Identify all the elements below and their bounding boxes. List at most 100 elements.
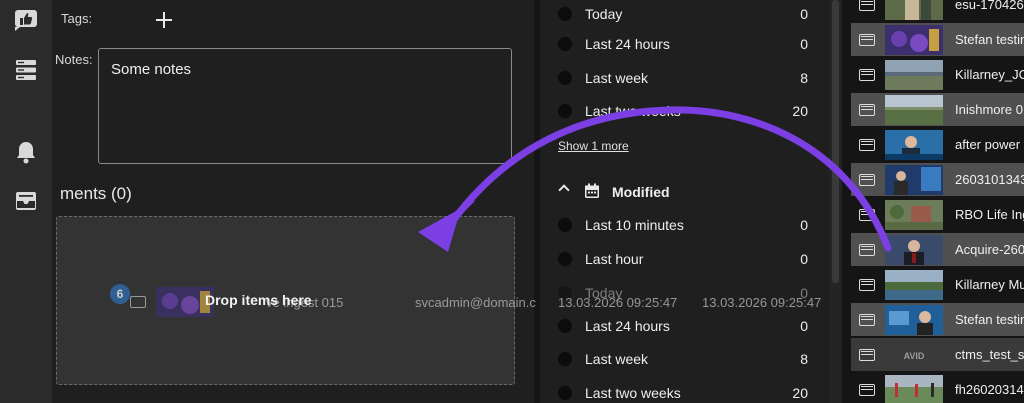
video-icon xyxy=(859,139,875,151)
radio-button[interactable] xyxy=(558,352,572,366)
video-icon xyxy=(859,174,875,186)
tags-label: Tags: xyxy=(61,11,93,26)
filter-option[interactable]: Today 0 xyxy=(540,0,828,28)
asset-row[interactable]: esu-170426 xyxy=(851,0,1024,21)
filter-count: 8 xyxy=(800,351,808,367)
asset-name: 2603101343 xyxy=(955,172,1024,187)
radio-button[interactable] xyxy=(558,319,572,333)
show-more-link[interactable]: Show 1 more xyxy=(558,139,629,153)
filter-label: Today xyxy=(585,6,623,22)
filter-scrollbar-thumb[interactable] xyxy=(832,0,839,283)
filter-label: Last week xyxy=(585,351,649,367)
asset-name: Killarney Mu xyxy=(955,277,1024,292)
radio-button[interactable] xyxy=(558,286,572,300)
video-icon xyxy=(859,34,875,46)
asset-name: Stefan testin xyxy=(955,312,1024,327)
filter-label: Last week xyxy=(585,70,649,86)
filter-option[interactable]: Last week 8 xyxy=(540,345,828,373)
asset-thumbnail xyxy=(885,0,943,20)
radio-button[interactable] xyxy=(558,7,572,21)
asset-thumbnail xyxy=(885,235,943,265)
filter-label: Last two weeks xyxy=(585,385,681,401)
video-icon xyxy=(859,314,875,326)
radio-button[interactable] xyxy=(558,71,572,85)
asset-thumbnail xyxy=(885,60,943,90)
chevron-up-icon xyxy=(558,184,570,196)
filter-option[interactable]: Today 0 xyxy=(540,279,828,307)
video-icon xyxy=(859,69,875,81)
attachments-drop-zone[interactable] xyxy=(56,216,515,385)
modified-section-header[interactable]: Modified xyxy=(540,178,828,204)
asset-row[interactable]: Killarney_JC xyxy=(851,58,1024,91)
video-icon xyxy=(859,384,875,396)
asset-name: Killarney_JC xyxy=(955,67,1024,82)
asset-list: esu-170426 Stefan testin Killarney_JC In… xyxy=(851,0,1024,403)
thumbs-up-icon[interactable] xyxy=(12,6,40,34)
video-icon xyxy=(859,244,875,256)
asset-row[interactable]: Inishmore 0 xyxy=(851,93,1024,126)
filter-option[interactable]: Last week 8 xyxy=(540,64,828,92)
asset-thumbnail xyxy=(885,165,943,195)
video-icon xyxy=(859,104,875,116)
asset-row[interactable]: AVID ctms_test_s xyxy=(851,338,1024,371)
asset-thumbnail xyxy=(885,25,943,55)
radio-button[interactable] xyxy=(558,218,572,232)
asset-thumbnail xyxy=(885,270,943,300)
inbox-icon[interactable] xyxy=(12,187,40,215)
filter-count: 0 xyxy=(800,217,808,233)
filter-option[interactable]: Last hour 0 xyxy=(540,245,828,273)
left-rail xyxy=(0,0,52,403)
asset-row[interactable]: 2603101343 xyxy=(851,163,1024,196)
radio-button[interactable] xyxy=(558,386,572,400)
asset-name: after power xyxy=(955,137,1021,152)
filter-option[interactable]: Last two weeks 20 xyxy=(540,379,828,403)
filter-label: Last 24 hours xyxy=(585,318,670,334)
radio-button[interactable] xyxy=(558,104,572,118)
asset-row[interactable]: RBO Life Ing xyxy=(851,198,1024,231)
video-icon xyxy=(859,0,875,11)
date-filter-panel: Today 0 Last 24 hours 0 Last week 8 Last… xyxy=(540,0,828,403)
add-tag-plus-icon[interactable] xyxy=(154,10,174,30)
asset-name: RBO Life Ing xyxy=(955,207,1024,222)
svg-text:AVID: AVID xyxy=(904,351,925,361)
modified-section-title: Modified xyxy=(612,184,670,200)
filter-option[interactable]: Last 24 hours 0 xyxy=(540,30,828,58)
filter-option[interactable]: Last 10 minutes 0 xyxy=(540,211,828,239)
radio-button[interactable] xyxy=(558,37,572,51)
asset-row[interactable]: Stefan testin xyxy=(851,303,1024,336)
radio-button[interactable] xyxy=(558,252,572,266)
calendar-icon xyxy=(584,183,600,204)
asset-name: Acquire-260 xyxy=(955,242,1024,257)
server-list-icon[interactable] xyxy=(12,56,40,84)
asset-row[interactable]: Killarney Mu xyxy=(851,268,1024,301)
filter-count: 0 xyxy=(800,6,808,22)
asset-name: fh26020314 xyxy=(955,382,1024,397)
filter-count: 0 xyxy=(800,318,808,334)
filter-count: 0 xyxy=(800,285,808,301)
notes-field[interactable]: Some notes xyxy=(98,48,512,164)
bell-icon[interactable] xyxy=(12,138,40,166)
asset-thumbnail xyxy=(885,375,943,403)
asset-name: Stefan testin xyxy=(955,32,1024,47)
asset-thumbnail xyxy=(885,305,943,335)
panel-divider[interactable] xyxy=(842,0,851,403)
asset-row[interactable]: fh26020314 xyxy=(851,373,1024,403)
asset-row[interactable]: Acquire-260 xyxy=(851,233,1024,266)
filter-label: Last two weeks xyxy=(585,103,681,119)
video-icon xyxy=(859,349,875,361)
asset-row[interactable]: Stefan testin xyxy=(851,23,1024,56)
details-panel: Tags: Notes: Some notes ments (0) xyxy=(52,0,534,403)
asset-thumbnail xyxy=(885,200,943,230)
filter-count: 20 xyxy=(792,103,808,119)
attachments-title: ments (0) xyxy=(60,184,132,203)
filter-label: Last 24 hours xyxy=(585,36,670,52)
filter-count: 8 xyxy=(800,70,808,86)
asset-thumbnail xyxy=(885,95,943,125)
filter-option[interactable]: Last 24 hours 0 xyxy=(540,312,828,340)
filter-option[interactable]: Last two weeks 20 xyxy=(540,97,828,125)
asset-row[interactable]: after power xyxy=(851,128,1024,161)
filter-label: Last 10 minutes xyxy=(585,217,684,233)
filter-count: 20 xyxy=(792,385,808,401)
filter-label: Today xyxy=(585,285,623,301)
asset-thumbnail xyxy=(885,130,943,160)
